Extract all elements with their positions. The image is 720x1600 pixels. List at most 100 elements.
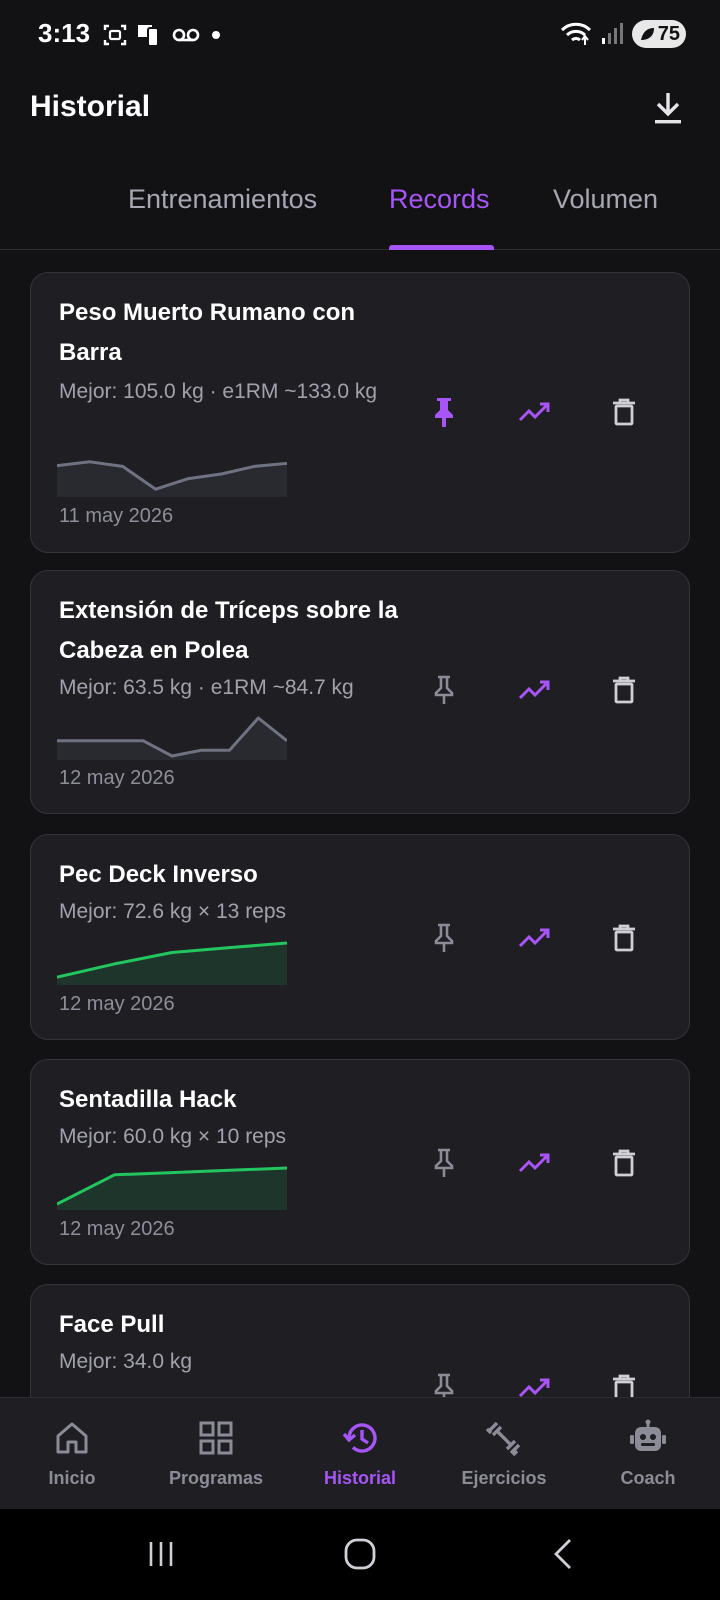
trash-icon (613, 1374, 635, 1397)
notification-dot-icon (212, 31, 220, 39)
record-best: Mejor: 34.0 kg (59, 1350, 193, 1373)
records-list[interactable]: Peso Muerto Rumano con Barra Mejor: 105.… (0, 252, 720, 1397)
system-nav-bar (0, 1509, 720, 1600)
recents-icon (149, 1542, 173, 1566)
nav-item-inicio[interactable]: Inicio (0, 1398, 144, 1510)
robot-icon (630, 1419, 666, 1451)
trend-button[interactable] (509, 665, 559, 715)
battery-indicator: 75 (632, 20, 686, 48)
delete-button[interactable] (599, 1363, 649, 1397)
tab-bar: Entrenamientos Records Volumen (0, 170, 720, 250)
trend-sparkline (57, 716, 287, 760)
status-time: 3:13 (38, 18, 91, 48)
pin-outline-icon (434, 923, 454, 952)
delete-button[interactable] (599, 387, 649, 437)
record-best: Mejor: 60.0 kg × 10 reps (59, 1125, 287, 1148)
home-circle-icon (344, 1538, 376, 1570)
trend-button[interactable] (509, 387, 559, 437)
battery-saver-icon (640, 28, 654, 40)
dumbbell-icon (485, 1421, 521, 1457)
wifi-icon (560, 22, 592, 45)
screenshot-icon (103, 24, 127, 46)
nav-label: Programas (168, 1468, 264, 1488)
record-card[interactable]: Pec Deck Inverso Mejor: 72.6 kg × 13 rep… (30, 834, 690, 1040)
record-card[interactable]: Extensión de Tríceps sobre la Cabeza en … (30, 570, 690, 814)
record-actions (419, 665, 689, 715)
nav-item-ejercicios[interactable]: Ejercicios (432, 1398, 576, 1510)
battery-level: 75 (657, 22, 680, 45)
trend-button[interactable] (509, 913, 559, 963)
sparkline-area (57, 1168, 287, 1210)
pin-button[interactable] (419, 913, 469, 963)
recents-button[interactable] (136, 1534, 186, 1574)
status-bar: 3:13 75 (0, 0, 720, 70)
record-date: 12 may 2026 (59, 993, 175, 1015)
trending-up-icon (518, 402, 550, 422)
device-icon (138, 25, 159, 47)
download-button[interactable] (646, 86, 690, 130)
nav-label: Coach (620, 1468, 676, 1488)
nav-label: Inicio (48, 1468, 96, 1488)
status-icons-right: 75 (560, 20, 686, 48)
trending-up-icon (518, 928, 550, 948)
record-date: 12 may 2026 (59, 767, 175, 789)
record-actions (419, 1138, 689, 1188)
trash-icon (613, 398, 635, 426)
pin-button[interactable] (419, 387, 469, 437)
status-icons-left (102, 22, 224, 48)
download-icon (655, 93, 681, 124)
tab-entrenamientos[interactable]: Entrenamientos (128, 184, 317, 250)
page-title: Historial (30, 90, 151, 123)
tab-volumen[interactable]: Volumen (553, 184, 658, 250)
record-title: Peso Muerto Rumano con Barra (59, 299, 356, 366)
record-title: Sentadilla Hack (59, 1086, 237, 1113)
delete-button[interactable] (599, 913, 649, 963)
trend-button[interactable] (509, 1363, 559, 1397)
record-best: Mejor: 63.5 kg · e1RM ~84.7 kg (59, 676, 354, 699)
home-button[interactable] (335, 1534, 385, 1574)
app-root: 3:13 75 Historial Entrenamientos Records… (0, 0, 720, 1600)
record-actions (419, 1363, 689, 1397)
record-actions (419, 387, 689, 437)
delete-button[interactable] (599, 1138, 649, 1188)
record-date: 12 may 2026 (59, 1218, 175, 1240)
pin-icon (435, 398, 453, 427)
record-card[interactable]: Sentadilla Hack Mejor: 60.0 kg × 10 reps… (30, 1059, 690, 1265)
record-title: Extensión de Tríceps sobre la Cabeza en … (59, 597, 398, 664)
record-date: 11 may 2026 (59, 505, 174, 527)
trending-up-icon (518, 1378, 550, 1397)
sparkline-area (57, 943, 287, 985)
grid-icon (199, 1421, 233, 1455)
trash-icon (613, 924, 635, 952)
nav-item-programas[interactable]: Programas (144, 1398, 288, 1510)
bottom-nav: Inicio Programas Historial Ejercicios Co… (0, 1397, 720, 1509)
trend-button[interactable] (509, 1138, 559, 1188)
delete-button[interactable] (599, 665, 649, 715)
record-card[interactable]: Face Pull Mejor: 34.0 kg (30, 1284, 690, 1397)
record-card[interactable]: Peso Muerto Rumano con Barra Mejor: 105.… (30, 272, 690, 553)
trend-sparkline (57, 1166, 287, 1210)
record-best: Mejor: 105.0 kg · e1RM ~133.0 kg (59, 380, 378, 403)
trend-sparkline (57, 941, 287, 985)
record-title: Face Pull (59, 1311, 165, 1338)
nav-item-coach[interactable]: Coach (576, 1398, 720, 1510)
trending-up-icon (518, 1153, 550, 1173)
back-button[interactable] (538, 1534, 588, 1574)
trash-icon (613, 676, 635, 704)
pin-outline-icon (434, 1148, 454, 1177)
record-actions (419, 913, 689, 963)
pin-button[interactable] (419, 665, 469, 715)
pin-button[interactable] (419, 1138, 469, 1188)
trash-icon (613, 1149, 635, 1177)
nav-label: Historial (323, 1468, 397, 1488)
nav-item-historial[interactable]: Historial (288, 1398, 432, 1510)
home-icon (56, 1422, 88, 1454)
trending-up-icon (518, 680, 550, 700)
signal-icon (602, 23, 623, 44)
trend-sparkline (57, 460, 287, 497)
tab-records[interactable]: Records (389, 184, 490, 250)
pin-button[interactable] (419, 1363, 469, 1397)
pin-outline-icon (434, 675, 454, 704)
pin-outline-icon (434, 1373, 454, 1397)
record-title: Pec Deck Inverso (59, 861, 258, 888)
